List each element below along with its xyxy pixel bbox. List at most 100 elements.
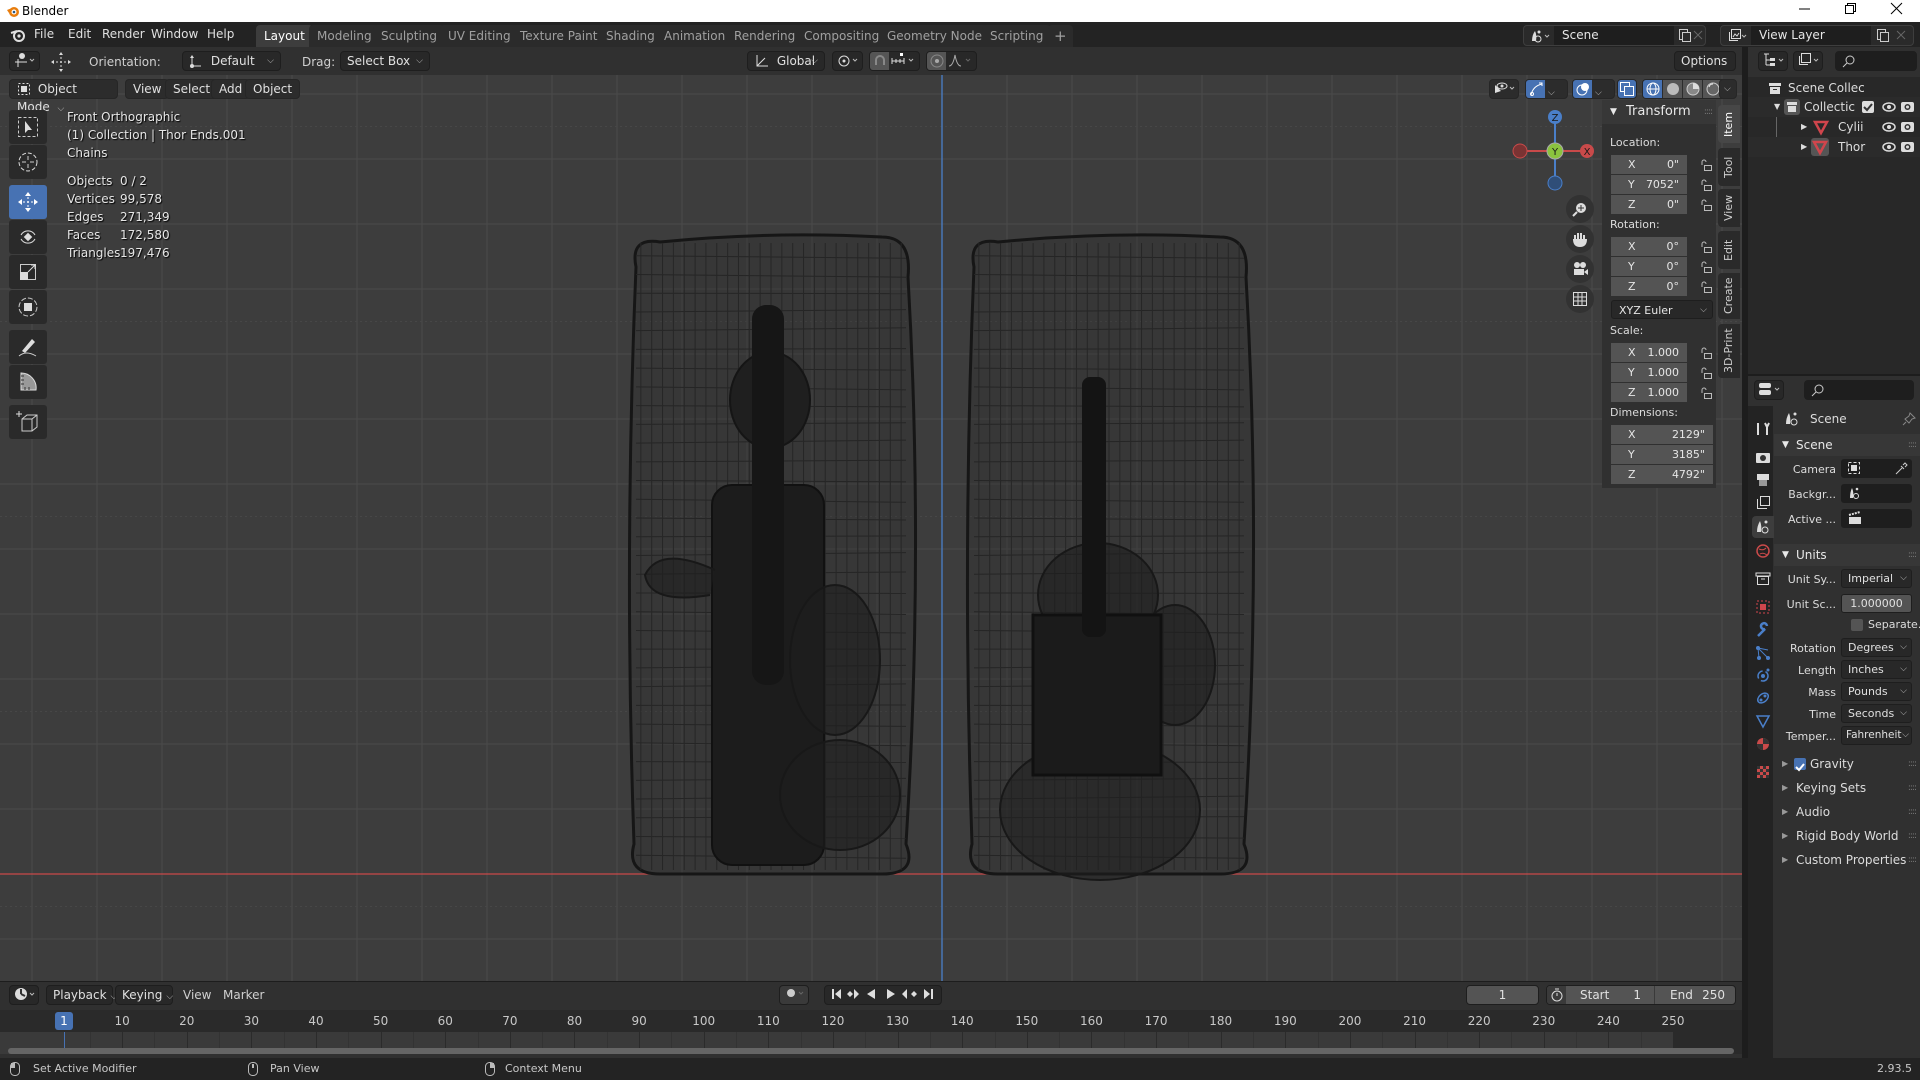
auto-keying-toggle[interactable] xyxy=(779,985,809,1005)
display-mode-dropdown[interactable] xyxy=(1793,51,1823,71)
play-reverse-icon[interactable] xyxy=(867,989,875,999)
eye-icon[interactable] xyxy=(1882,121,1896,133)
jump-to-next-keyframe-icon[interactable] xyxy=(902,989,917,999)
transform-panel-header[interactable]: ▼ Transform :::: xyxy=(1602,100,1716,124)
pivot-point-dropdown[interactable] xyxy=(832,51,863,71)
tab-uv-editing[interactable]: UV Editing xyxy=(440,25,519,47)
tool-cursor[interactable] xyxy=(9,145,47,179)
tab-scene-properties[interactable] xyxy=(1752,516,1774,538)
tab-tool-properties[interactable] xyxy=(1752,418,1774,440)
shading-wireframe-button[interactable] xyxy=(1643,80,1662,98)
gravity-panel-header[interactable]: ▶ Gravity :::: xyxy=(1774,753,1920,775)
location-x-field[interactable]: X 0" xyxy=(1611,155,1687,174)
npanel-tab-3d-print[interactable]: 3D-Print xyxy=(1718,324,1740,378)
active-clip-field[interactable] xyxy=(1841,509,1912,528)
pan-view-button[interactable] xyxy=(1566,225,1594,253)
tab-sculpting[interactable]: Sculpting xyxy=(373,25,446,47)
drag-dropdown[interactable]: Select Box ⌵ xyxy=(340,51,430,71)
tab-texture-properties[interactable] xyxy=(1752,761,1774,783)
audio-panel-header[interactable]: ▶ Audio :::: xyxy=(1774,801,1920,823)
maximize-button[interactable] xyxy=(1828,0,1874,22)
shading-options-dropdown[interactable]: ⌵ xyxy=(1719,79,1737,99)
overlays-dropdown[interactable]: ⌵ xyxy=(1595,84,1602,102)
shading-solid-button[interactable] xyxy=(1663,80,1682,98)
proportional-falloff-dropdown[interactable] xyxy=(947,52,977,70)
tool-add-cube[interactable] xyxy=(9,405,47,439)
drag-handle-icon[interactable]: :::: xyxy=(1908,825,1917,847)
camera-render-icon[interactable] xyxy=(1901,100,1914,113)
3d-viewport[interactable]: Object Mode ⌵ View Select Add Object ⌵ ⌵ xyxy=(0,75,1742,981)
playhead-handle[interactable]: 1 xyxy=(55,1012,73,1030)
tab-particle-properties[interactable] xyxy=(1752,642,1774,664)
tool-scale[interactable] xyxy=(9,255,47,289)
orientation-dropdown[interactable]: Default ⌵ xyxy=(182,51,281,71)
camera-render-icon[interactable] xyxy=(1901,120,1914,133)
npanel-tab-tool[interactable]: Tool xyxy=(1718,148,1740,186)
timeline-menu-view[interactable]: View xyxy=(183,988,211,1002)
npanel-tab-view[interactable]: View xyxy=(1718,189,1740,227)
drag-handle-icon[interactable]: :::: xyxy=(1908,544,1917,566)
tab-shading[interactable]: Shading xyxy=(598,25,663,47)
tab-geometry-nodes[interactable]: Geometry Nodes xyxy=(879,25,997,47)
lock-rotation-y-icon[interactable] xyxy=(1700,261,1712,273)
outliner-row-collection[interactable]: ▼ Collectic xyxy=(1748,97,1920,117)
tab-modeling[interactable]: Modeling xyxy=(309,25,380,47)
background-scene-field[interactable] xyxy=(1841,484,1912,503)
gizmo-toggle[interactable] xyxy=(1526,80,1545,98)
scene-selector[interactable]: Scene xyxy=(1523,25,1706,46)
gravity-checkbox[interactable] xyxy=(1794,758,1806,772)
snap-toggle[interactable] xyxy=(870,52,889,70)
expand-triangle-icon[interactable]: ▼ xyxy=(1774,97,1780,117)
rotation-y-field[interactable]: Y 0° xyxy=(1611,257,1687,276)
expand-triangle-icon[interactable]: ▶ xyxy=(1801,137,1807,157)
tab-scripting[interactable]: Scripting xyxy=(982,25,1052,47)
scale-x-field[interactable]: X 1.000 xyxy=(1611,343,1687,362)
rigid-body-world-panel-header[interactable]: ▶ Rigid Body World :::: xyxy=(1774,825,1920,847)
xray-toggle[interactable] xyxy=(1617,79,1637,99)
options-dropdown[interactable]: Options ⌵ xyxy=(1674,51,1736,86)
tool-select-box[interactable] xyxy=(9,110,47,144)
npanel-tab-edit[interactable]: Edit xyxy=(1718,231,1740,269)
eye-icon[interactable] xyxy=(1882,141,1896,153)
timeline-menu-marker[interactable]: Marker xyxy=(223,988,264,1002)
selectability-visibility-dropdown[interactable] xyxy=(1489,79,1519,99)
length-units-dropdown[interactable]: Inches ⌵ xyxy=(1841,660,1912,679)
menu-edit[interactable]: Edit xyxy=(68,27,91,41)
tab-layout[interactable]: Layout xyxy=(256,25,313,47)
keying-sets-panel-header[interactable]: ▶ Keying Sets :::: xyxy=(1774,777,1920,799)
new-scene-icon[interactable] xyxy=(1679,29,1691,42)
properties-editor-type-button[interactable] xyxy=(1754,380,1784,400)
zoom-view-button[interactable] xyxy=(1566,195,1594,223)
camera-render-icon[interactable] xyxy=(1901,140,1914,153)
tool-transform[interactable] xyxy=(9,290,47,324)
lock-scale-z-icon[interactable] xyxy=(1700,387,1712,399)
toggle-perspective-button[interactable] xyxy=(1566,285,1594,313)
time-units-dropdown[interactable]: Seconds ⌵ xyxy=(1841,704,1912,723)
timeline-editor-type-button[interactable] xyxy=(9,985,39,1005)
tab-object-properties[interactable] xyxy=(1752,596,1774,618)
mass-units-dropdown[interactable]: Pounds ⌵ xyxy=(1841,682,1912,701)
lock-scale-x-icon[interactable] xyxy=(1700,347,1712,359)
outliner-search-input[interactable] xyxy=(1835,51,1917,71)
tab-view-layer-properties[interactable] xyxy=(1752,492,1774,514)
drag-handle-icon[interactable]: :::: xyxy=(1908,434,1917,456)
tab-modifier-properties[interactable] xyxy=(1752,619,1774,641)
add-workspace-button[interactable]: + xyxy=(1048,25,1073,47)
end-frame-field[interactable]: End 250 xyxy=(1655,986,1737,1004)
snap-target-dropdown[interactable] xyxy=(890,52,920,70)
drag-handle-icon[interactable]: :::: xyxy=(1908,777,1917,799)
npanel-tab-item[interactable]: Item xyxy=(1718,105,1740,143)
view-layer-name-field[interactable]: View Layer xyxy=(1751,26,1871,45)
jump-to-start-icon[interactable] xyxy=(832,989,841,999)
use-preview-range-toggle[interactable] xyxy=(1547,986,1566,1004)
shading-material-button[interactable] xyxy=(1683,80,1702,98)
camera-field[interactable] xyxy=(1841,459,1912,478)
tab-data-properties[interactable] xyxy=(1752,710,1774,732)
scale-y-field[interactable]: Y 1.000 xyxy=(1611,363,1687,382)
eyedropper-icon[interactable] xyxy=(1895,462,1908,475)
outliner-row-cylinder[interactable]: ▶ Cylii xyxy=(1748,117,1920,157)
menu-render[interactable]: Render xyxy=(102,27,145,41)
close-button[interactable] xyxy=(1874,0,1920,22)
rotation-mode-dropdown[interactable]: XYZ Euler ⌵ xyxy=(1611,300,1713,319)
new-view-layer-icon[interactable] xyxy=(1877,29,1889,42)
